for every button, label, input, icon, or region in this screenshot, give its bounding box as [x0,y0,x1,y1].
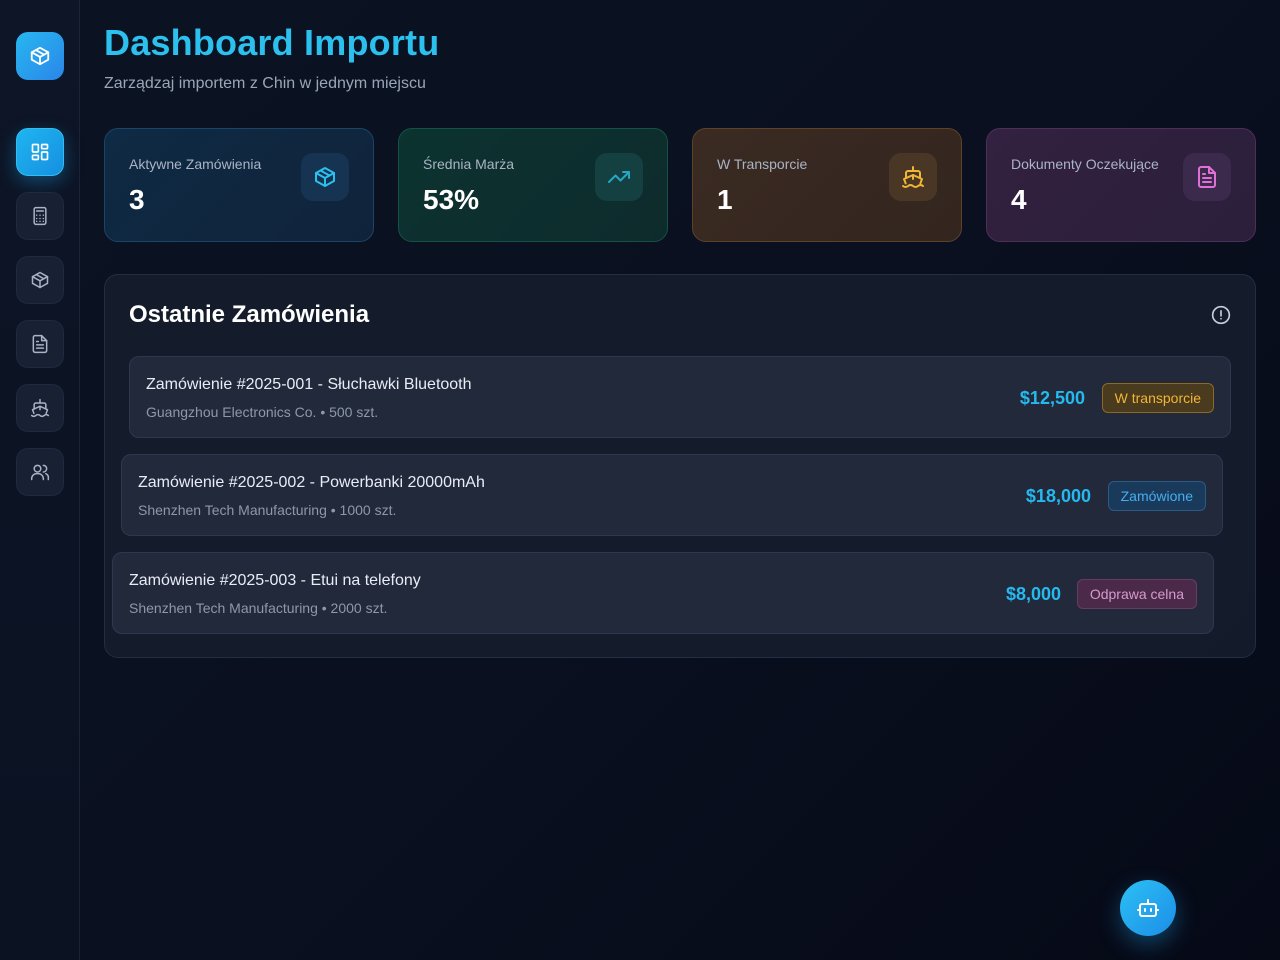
alert-circle-icon[interactable] [1211,305,1231,325]
status-badge: Odprawa celna [1076,579,1197,609]
order-title: Zamówienie #2025-001 - Słuchawki Bluetoo… [146,376,472,393]
stat-card-active-orders: Aktywne Zamówienia 3 [104,128,374,242]
main-content: Dashboard Importu Zarządzaj importem z C… [80,0,1280,960]
order-supplier: Shenzhen Tech Manufacturing • 2000 szt. [129,600,388,616]
calculator-icon [33,206,47,226]
stat-card-pending-documents: Dokumenty Oczekujące 4 [986,128,1256,242]
recent-orders-panel: Ostatnie Zamówienia Zamówienie #2025-001… [104,274,1256,658]
order-title: Zamówienie #2025-002 - Powerbanki 20000m… [138,474,485,491]
order-amount: $8,000 [1005,584,1061,604]
document-icon [32,334,48,354]
page-title: Dashboard Importu [104,22,440,63]
order-row[interactable]: Zamówienie #2025-002 - Powerbanki 20000m… [121,454,1223,536]
nav-documents-button[interactable] [16,320,64,368]
stat-icon-box [889,153,937,201]
sidebar [0,0,80,960]
package-icon [31,271,49,289]
stat-icon-box [301,153,349,201]
order-row[interactable]: Zamówienie #2025-003 - Etui na telefony … [112,552,1214,634]
ship-icon [902,166,924,188]
users-icon [30,464,50,481]
nav-shipping-button[interactable] [16,384,64,432]
package-icon [315,167,335,187]
stat-card-average-margin: Średnia Marża 53% [398,128,668,242]
order-supplier: Shenzhen Tech Manufacturing • 1000 szt. [138,502,397,518]
order-row[interactable]: Zamówienie #2025-001 - Słuchawki Bluetoo… [129,356,1231,438]
page-subtitle: Zarządzaj importem z Chin w jednym miejs… [104,75,426,92]
nav-calculator-button[interactable] [16,192,64,240]
order-title: Zamówienie #2025-003 - Etui na telefony [129,572,421,589]
stat-icon-box [1183,153,1231,201]
stat-icon-box [595,153,643,201]
dashboard-icon [31,143,49,161]
stat-card-in-transit: W Transporcie 1 [692,128,962,242]
ai-assistant-button[interactable] [1120,880,1176,936]
bot-icon [1137,899,1159,917]
trending-up-icon [608,171,630,183]
order-amount: $18,000 [1025,486,1091,506]
order-supplier: Guangzhou Electronics Co. • 500 szt. [146,404,379,420]
status-badge: W transporcie [1101,383,1214,413]
status-badge: Zamówione [1107,481,1206,511]
document-icon [1198,166,1216,188]
ship-icon [30,398,50,418]
recent-orders-title: Ostatnie Zamówienia [129,301,370,328]
nav-orders-button[interactable] [16,256,64,304]
nav-suppliers-button[interactable] [16,448,64,496]
nav-dashboard-button[interactable] [16,128,64,176]
order-amount: $12,500 [1019,388,1085,408]
app-logo[interactable] [16,32,64,80]
package-icon [30,46,50,66]
